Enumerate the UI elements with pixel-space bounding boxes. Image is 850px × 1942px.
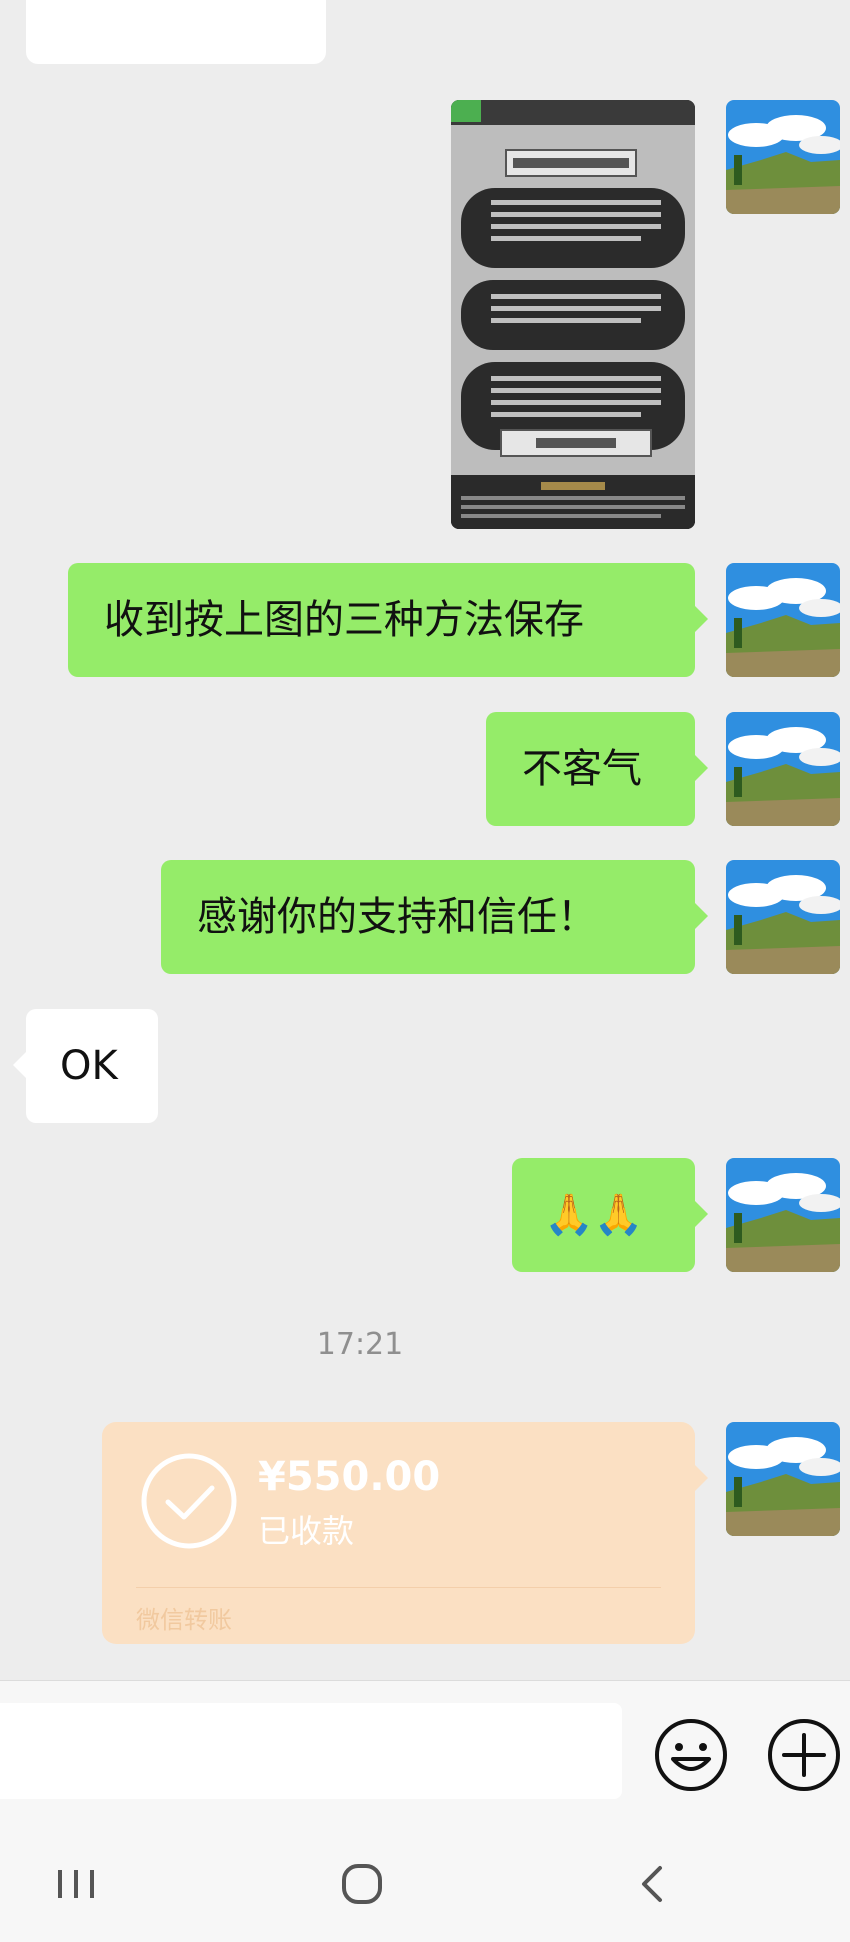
my-avatar[interactable] <box>726 1158 840 1272</box>
transfer-status: 已收款 <box>258 1512 355 1550</box>
photo-preview <box>451 100 695 529</box>
message-bubble[interactable]: OK <box>13 1009 158 1123</box>
home-icon[interactable] <box>332 1854 392 1914</box>
image-message[interactable] <box>451 100 695 529</box>
message-bubble[interactable]: 收到按上图的三种方法保存 <box>68 563 708 677</box>
input-bar <box>0 1680 850 1820</box>
message-text: OK <box>60 1043 118 1089</box>
transfer-amount: ¥550.00 <box>258 1454 441 1500</box>
message-text: 收到按上图的三种方法保存 <box>104 597 584 643</box>
back-icon[interactable] <box>622 1854 682 1914</box>
transfer-footer-label: 微信转账 <box>136 1606 232 1634</box>
check-circle-icon <box>141 1453 237 1549</box>
message-timestamp: 17:21 <box>316 1327 404 1362</box>
plus-circle-icon[interactable] <box>766 1717 842 1793</box>
my-avatar[interactable] <box>726 100 840 214</box>
message-text: 🙏🙏 <box>544 1192 644 1238</box>
message-input[interactable] <box>0 1703 622 1799</box>
my-avatar[interactable] <box>726 1422 840 1536</box>
transfer-divider <box>136 1587 661 1588</box>
message-text: 感谢你的支持和信任！ <box>197 894 597 940</box>
message-text: 不客气 <box>522 746 642 792</box>
chat-area[interactable]: 收到按上图的三种方法保存 不客气 感谢你的支持和信任！ OK 🙏🙏 17:21 … <box>0 0 850 1680</box>
message-bubble[interactable]: 🙏🙏 <box>512 1158 708 1272</box>
my-avatar[interactable] <box>726 712 840 826</box>
system-nav-bar <box>0 1820 850 1942</box>
my-avatar[interactable] <box>726 860 840 974</box>
message-bubble[interactable]: 感谢你的支持和信任！ <box>161 860 708 974</box>
previous-message-bubble[interactable] <box>26 0 326 64</box>
message-bubble[interactable]: 不客气 <box>486 712 708 826</box>
emoji-icon[interactable] <box>653 1717 729 1793</box>
my-avatar[interactable] <box>726 563 840 677</box>
transfer-card[interactable]: ¥550.00 已收款 微信转账 <box>102 1422 708 1644</box>
recents-icon[interactable] <box>46 1854 106 1914</box>
